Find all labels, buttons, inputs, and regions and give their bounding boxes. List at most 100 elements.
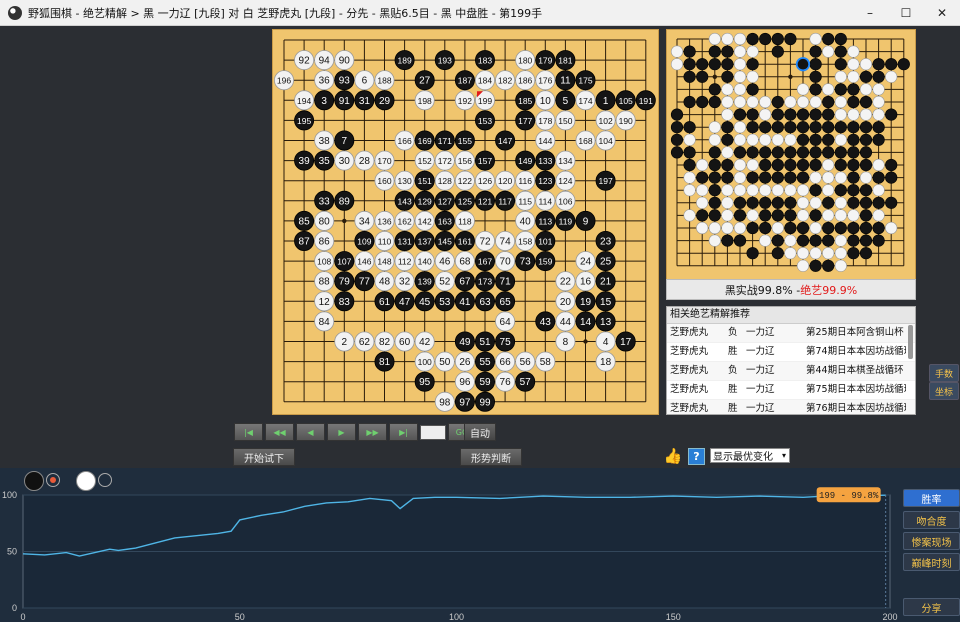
board-stone[interactable]: 60 xyxy=(394,331,415,352)
board-stone[interactable]: 191 xyxy=(635,90,656,111)
coordinate-toggle[interactable]: 坐标 xyxy=(929,382,959,400)
board-stone[interactable]: 61 xyxy=(374,291,395,312)
board-stone[interactable]: 194 xyxy=(294,90,315,111)
board-stone[interactable]: 27 xyxy=(414,70,435,91)
board-stone[interactable]: 163 xyxy=(434,210,455,231)
first-move-button[interactable]: |◀ xyxy=(234,423,263,441)
board-stone[interactable]: 153 xyxy=(474,110,495,131)
board-stone[interactable]: 56 xyxy=(515,351,536,372)
board-stone[interactable]: 79 xyxy=(334,271,355,292)
board-stone[interactable]: 168 xyxy=(575,130,596,151)
board-stone[interactable]: 181 xyxy=(555,50,576,71)
close-icon[interactable]: ✕ xyxy=(924,0,960,25)
board-stone[interactable]: 67 xyxy=(454,271,475,292)
board-stone[interactable]: 34 xyxy=(354,210,375,231)
board-stone[interactable]: 156 xyxy=(454,150,475,171)
board-stone[interactable]: 171 xyxy=(434,130,455,151)
board-stone[interactable]: 66 xyxy=(495,351,516,372)
board-stone[interactable]: 192 xyxy=(454,90,475,111)
board-stone[interactable]: 52 xyxy=(434,271,455,292)
board-stone[interactable]: 109 xyxy=(354,230,375,251)
board-stone[interactable]: 3 xyxy=(314,90,335,111)
blunder-tab[interactable]: 惨案现场 xyxy=(903,532,960,550)
board-stone[interactable]: 47 xyxy=(394,291,415,312)
board-stone[interactable]: 19 xyxy=(575,291,596,312)
board-stone[interactable]: 88 xyxy=(314,271,335,292)
board-stone[interactable]: 133 xyxy=(535,150,556,171)
board-stone[interactable]: 189 xyxy=(394,50,415,71)
board-stone[interactable]: 172 xyxy=(434,150,455,171)
board-stone[interactable]: 146 xyxy=(354,251,375,272)
board-stone[interactable]: 119 xyxy=(555,210,576,231)
last-move-button[interactable]: ▶| xyxy=(389,423,418,441)
board-stone[interactable]: 6 xyxy=(354,70,375,91)
board-stone[interactable]: 15 xyxy=(595,291,616,312)
board-stone[interactable]: 116 xyxy=(515,170,536,191)
next-move-button[interactable]: ▶ xyxy=(327,423,356,441)
board-stone[interactable]: 167 xyxy=(474,251,495,272)
main-go-board[interactable]: 92 94 90 189 193 183 180 179 181 196 36 93 6 188 27 187… xyxy=(272,29,659,415)
board-stone[interactable]: 89 xyxy=(334,190,355,211)
board-stone[interactable]: 187 xyxy=(454,70,475,91)
board-stone[interactable]: 12 xyxy=(314,291,335,312)
thumbs-up-icon[interactable]: 👍 xyxy=(663,447,683,465)
board-stone[interactable]: 41 xyxy=(454,291,475,312)
board-stone[interactable]: 198 xyxy=(414,90,435,111)
related-game-row[interactable]: 芝野虎丸 胜一力辽 第74期日本本因坊战循环 xyxy=(667,343,915,362)
board-stone[interactable]: 76 xyxy=(495,371,516,392)
board-stone[interactable]: 87 xyxy=(294,230,315,251)
board-stone[interactable]: 18 xyxy=(595,351,616,372)
board-stone[interactable]: 139 xyxy=(414,271,435,292)
board-stone[interactable]: 183 xyxy=(474,50,495,71)
board-stone[interactable]: 197 xyxy=(595,170,616,191)
board-stone[interactable]: 94 xyxy=(314,50,335,71)
board-stone[interactable]: 101 xyxy=(535,230,556,251)
board-stone[interactable]: 28 xyxy=(354,150,375,171)
board-stone[interactable]: 80 xyxy=(314,210,335,231)
display-option-select[interactable]: 显示最优变化 ▾ xyxy=(710,448,790,463)
maximize-icon[interactable]: ☐ xyxy=(888,0,924,25)
board-stone[interactable]: 70 xyxy=(495,251,516,272)
related-game-row[interactable]: 芝野虎丸 负一力辽 第25期日本阿含铜山杯 xyxy=(667,324,915,343)
move-number-input[interactable] xyxy=(420,424,446,440)
board-stone[interactable]: 33 xyxy=(314,190,335,211)
board-stone[interactable]: 8 xyxy=(555,331,576,352)
board-stone[interactable]: 98 xyxy=(434,391,455,412)
board-stone[interactable]: 63 xyxy=(474,291,495,312)
board-stone[interactable]: 81 xyxy=(374,351,395,372)
board-stone[interactable]: 58 xyxy=(535,351,556,372)
board-stone[interactable]: 51 xyxy=(474,331,495,352)
board-stone[interactable]: 100 xyxy=(414,351,435,372)
board-stone[interactable]: 106 xyxy=(555,190,576,211)
board-stone[interactable]: 43 xyxy=(535,311,556,332)
board-stone[interactable]: 46 xyxy=(434,251,455,272)
move-number-toggle[interactable]: 手数 xyxy=(929,364,959,382)
board-stone[interactable]: 48 xyxy=(374,271,395,292)
board-stone[interactable]: 178 xyxy=(535,110,556,131)
board-stone[interactable]: 40 xyxy=(515,210,536,231)
board-stone[interactable]: 82 xyxy=(374,331,395,352)
board-stone[interactable]: 148 xyxy=(374,251,395,272)
board-stone[interactable]: 38 xyxy=(314,130,335,151)
board-stone[interactable]: 157 xyxy=(474,150,495,171)
board-stone[interactable]: 68 xyxy=(454,251,475,272)
board-stone[interactable]: 152 xyxy=(414,150,435,171)
board-stone[interactable]: 161 xyxy=(454,230,475,251)
board-stone[interactable]: 151 xyxy=(414,170,435,191)
board-stone[interactable]: 184 xyxy=(474,70,495,91)
board-stone[interactable]: 65 xyxy=(495,291,516,312)
analysis-mini-board[interactable] xyxy=(666,29,916,281)
board-stone[interactable]: 16 xyxy=(575,271,596,292)
board-stone[interactable]: 44 xyxy=(555,311,576,332)
board-stone[interactable]: 140 xyxy=(414,251,435,272)
board-stone[interactable]: 128 xyxy=(434,170,455,191)
prev-move-button[interactable]: ◀ xyxy=(296,423,325,441)
board-stone[interactable]: 99 xyxy=(474,391,495,412)
board-stone[interactable]: 158 xyxy=(515,230,536,251)
board-stone[interactable]: 143 xyxy=(394,190,415,211)
board-stone[interactable]: 174 xyxy=(575,90,596,111)
board-stone[interactable]: 121 xyxy=(474,190,495,211)
board-stone[interactable]: 49 xyxy=(454,331,475,352)
board-stone[interactable]: 84 xyxy=(314,311,335,332)
board-stone[interactable]: 73 xyxy=(515,251,536,272)
